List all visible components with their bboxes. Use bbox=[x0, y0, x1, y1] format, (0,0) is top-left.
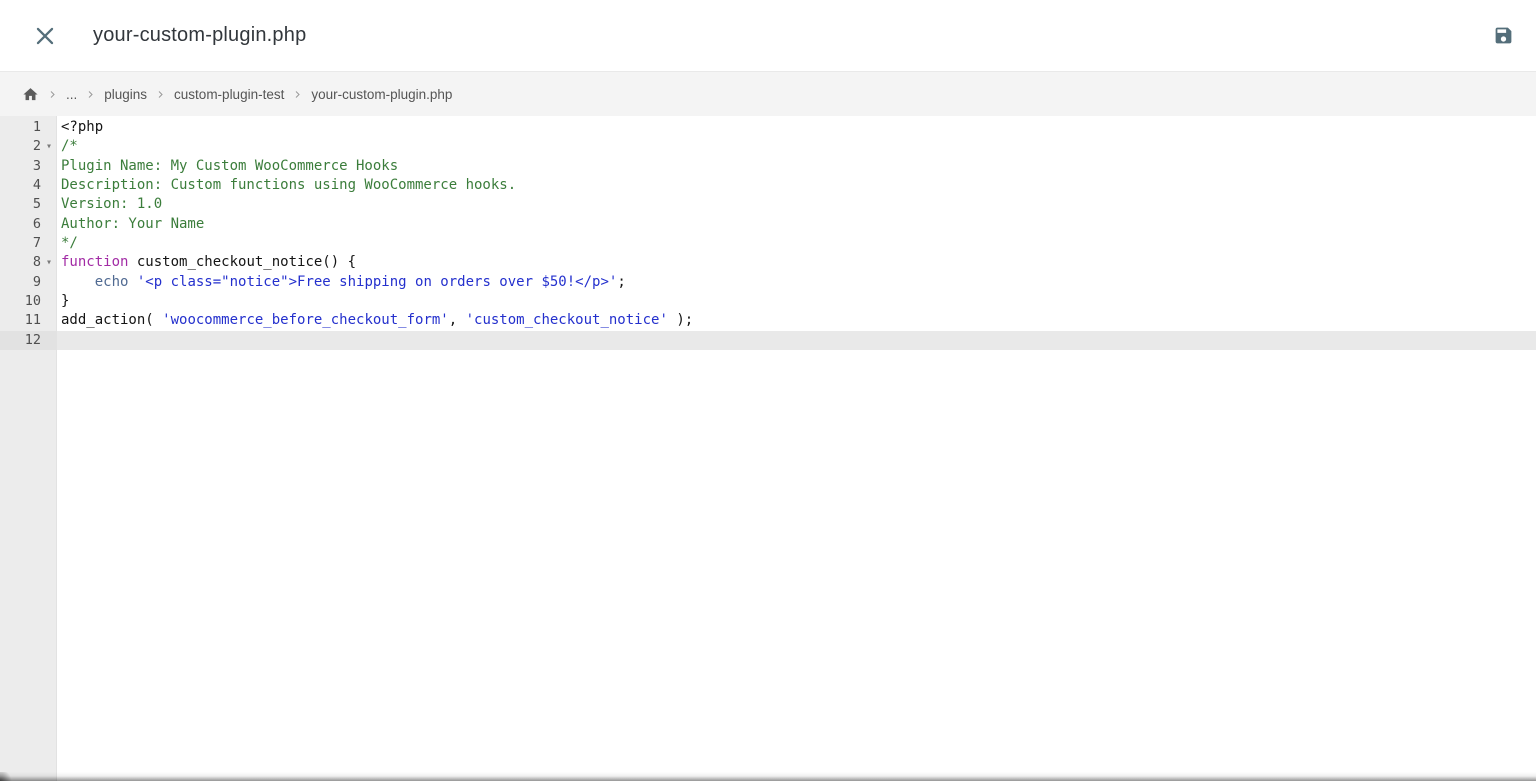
line-gutter[interactable]: 6 bbox=[0, 215, 57, 234]
code-line[interactable]: 4 Description: Custom functions using Woo… bbox=[0, 176, 1536, 195]
code-line[interactable]: 5 Version: 1.0 bbox=[0, 195, 1536, 214]
line-gutter[interactable]: 5 bbox=[0, 195, 57, 214]
code-line-text: <?php bbox=[57, 118, 1536, 137]
chevron-right-icon bbox=[48, 89, 57, 100]
line-gutter[interactable]: 8▾ bbox=[0, 253, 57, 272]
line-number: 12 bbox=[0, 331, 41, 350]
code-line[interactable]: 2▾/* bbox=[0, 137, 1536, 156]
code-line[interactable]: 8▾function custom_checkout_notice() { bbox=[0, 253, 1536, 272]
home-icon bbox=[22, 86, 39, 103]
close-icon bbox=[32, 23, 58, 49]
line-gutter[interactable]: 1 bbox=[0, 118, 57, 137]
code-line[interactable]: 6 Author: Your Name bbox=[0, 215, 1536, 234]
line-number: 9 bbox=[0, 273, 41, 292]
code-line[interactable]: 12 bbox=[0, 331, 1536, 350]
line-number: 7 bbox=[0, 234, 41, 253]
line-gutter[interactable]: 4 bbox=[0, 176, 57, 195]
code-line-text: */ bbox=[57, 234, 1536, 253]
line-gutter[interactable]: 10 bbox=[0, 292, 57, 311]
chevron-down-icon[interactable]: ▾ bbox=[41, 137, 57, 156]
file-editor-window: your-custom-plugin.php ... plugins bbox=[0, 0, 1536, 781]
code-editor[interactable]: 1<?php2▾/*3Plugin Name: My Custom WooCom… bbox=[0, 116, 1536, 781]
code-line-text: Plugin Name: My Custom WooCommerce Hooks bbox=[57, 157, 1536, 176]
code-line-text: Description: Custom functions using WooC… bbox=[57, 176, 1536, 195]
save-icon bbox=[1493, 25, 1514, 46]
breadcrumb-item-custom-plugin-test[interactable]: custom-plugin-test bbox=[174, 87, 284, 102]
code-line-text: } bbox=[57, 292, 1536, 311]
close-button[interactable] bbox=[32, 23, 58, 49]
chevron-right-icon bbox=[156, 89, 165, 100]
code-line-text: Version: 1.0 bbox=[57, 195, 1536, 214]
code-line-text: Author: Your Name bbox=[57, 215, 1536, 234]
breadcrumb-home[interactable] bbox=[22, 86, 39, 103]
line-number: 4 bbox=[0, 176, 41, 195]
code-line-text: add_action( 'woocommerce_before_checkout… bbox=[57, 311, 1536, 330]
editor-header: your-custom-plugin.php bbox=[0, 0, 1536, 72]
breadcrumb: ... plugins custom-plugin-test your-cust… bbox=[0, 72, 1536, 116]
code-line[interactable]: 3 Plugin Name: My Custom WooCommerce Hook… bbox=[0, 157, 1536, 176]
code-line-text: echo '<p class="notice">Free shipping on… bbox=[57, 273, 1536, 292]
breadcrumb-item-ellipsis[interactable]: ... bbox=[66, 87, 77, 102]
line-gutter[interactable]: 11 bbox=[0, 311, 57, 330]
line-number: 2 bbox=[0, 137, 41, 156]
code-line-text: /* bbox=[57, 137, 1536, 156]
code-line[interactable]: 7 */ bbox=[0, 234, 1536, 253]
line-number: 1 bbox=[0, 118, 41, 137]
line-gutter[interactable]: 9 bbox=[0, 273, 57, 292]
line-number: 8 bbox=[0, 253, 41, 272]
code-line[interactable]: 1 <?php bbox=[0, 118, 1536, 137]
file-title: your-custom-plugin.php bbox=[93, 24, 1493, 47]
save-button[interactable] bbox=[1493, 25, 1514, 46]
chevron-right-icon bbox=[86, 89, 95, 100]
line-gutter[interactable]: 2▾ bbox=[0, 137, 57, 156]
code-line-text bbox=[57, 331, 1536, 350]
code-line[interactable]: 10} bbox=[0, 292, 1536, 311]
breadcrumb-item-plugins[interactable]: plugins bbox=[104, 87, 147, 102]
line-gutter[interactable]: 12 bbox=[0, 331, 57, 350]
line-number: 6 bbox=[0, 215, 41, 234]
chevron-down-icon[interactable]: ▾ bbox=[41, 253, 57, 272]
line-gutter[interactable]: 3 bbox=[0, 157, 57, 176]
code-line[interactable]: 11 add_action( 'woocommerce_before_checko… bbox=[0, 311, 1536, 330]
line-number: 11 bbox=[0, 311, 41, 330]
line-gutter[interactable]: 7 bbox=[0, 234, 57, 253]
line-number: 3 bbox=[0, 157, 41, 176]
line-number: 5 bbox=[0, 195, 41, 214]
breadcrumb-item-current-file[interactable]: your-custom-plugin.php bbox=[311, 87, 452, 102]
code-line[interactable]: 9 echo '<p class="notice">Free shipping … bbox=[0, 273, 1536, 292]
code-lines: 1<?php2▾/*3Plugin Name: My Custom WooCom… bbox=[0, 116, 1536, 350]
line-number: 10 bbox=[0, 292, 41, 311]
code-line-text: function custom_checkout_notice() { bbox=[57, 253, 1536, 272]
chevron-right-icon bbox=[293, 89, 302, 100]
